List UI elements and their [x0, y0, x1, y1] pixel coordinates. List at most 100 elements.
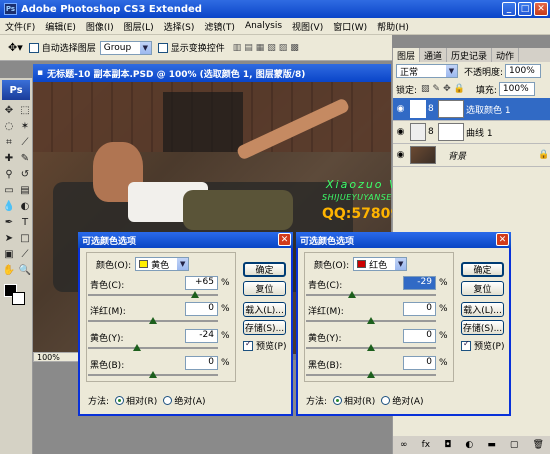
mask-icon[interactable]: ◘ — [444, 440, 451, 450]
group-select[interactable]: Group ▼ — [99, 40, 152, 55]
close-icon[interactable]: ✕ — [496, 233, 509, 246]
lasso-icon[interactable]: ◌ — [2, 119, 16, 133]
slider-value-input[interactable]: -29 — [403, 276, 436, 290]
menu-file[interactable]: 文件(F) — [0, 20, 40, 33]
type-icon[interactable]: T — [18, 215, 32, 229]
slice-icon[interactable]: ⟋ — [18, 135, 32, 149]
menu-layer[interactable]: 图层(L) — [119, 20, 159, 33]
relative-radio[interactable] — [115, 396, 125, 405]
absolute-radio[interactable] — [163, 396, 173, 405]
slider-knob[interactable] — [149, 371, 157, 378]
absolute-radio[interactable] — [381, 396, 391, 405]
menu-view[interactable]: 视图(V) — [287, 20, 328, 33]
slider-track[interactable] — [306, 294, 436, 296]
layer-row[interactable]: ◉ 背景 🔒 — [393, 144, 550, 167]
menu-window[interactable]: 窗口(W) — [328, 20, 372, 33]
trash-icon[interactable]: 🗑 — [533, 440, 544, 450]
preview-checkbox[interactable] — [243, 340, 253, 351]
healing-icon[interactable]: ✚ — [2, 151, 16, 165]
eye-icon[interactable]: ◉ — [393, 104, 408, 114]
blend-mode-select[interactable]: 正常 ▼ — [396, 64, 458, 78]
layer-name[interactable]: 选取颜色 1 — [466, 103, 511, 116]
color-swatches[interactable] — [4, 284, 32, 308]
eraser-icon[interactable]: ▭ — [2, 183, 16, 197]
new-layer-icon[interactable]: ▢ — [510, 440, 519, 450]
slider-value-input[interactable]: -24 — [185, 329, 218, 343]
relative-radio[interactable] — [333, 396, 343, 405]
hand-icon[interactable]: ✋ — [2, 263, 16, 277]
menu-help[interactable]: 帮助(H) — [372, 20, 414, 33]
slider-knob[interactable] — [367, 344, 375, 351]
tab-layers[interactable]: 图层 — [393, 48, 421, 62]
dodge-icon[interactable]: ◐ — [18, 199, 32, 213]
auto-select-checkbox[interactable] — [28, 42, 39, 53]
stamp-icon[interactable]: ⚲ — [2, 167, 16, 181]
layer-row[interactable]: ◉ 8 曲线 1 — [393, 121, 550, 144]
eyedropper-icon[interactable]: ⟋ — [18, 247, 32, 261]
color-select[interactable]: 黄色 ▼ — [135, 257, 190, 271]
show-transform-checkbox[interactable] — [157, 42, 168, 53]
marquee-icon[interactable]: ⬚ — [18, 103, 32, 117]
align-icons[interactable]: ▥▤▦▧▨▩ — [233, 43, 302, 53]
eye-icon[interactable]: ◉ — [393, 150, 408, 160]
pen-icon[interactable]: ✒ — [2, 215, 16, 229]
tab-history[interactable]: 历史记录 — [447, 48, 493, 62]
reset-button[interactable]: 复位 — [461, 281, 504, 296]
slider-value-input[interactable]: 0 — [403, 302, 436, 316]
shape-icon[interactable]: □ — [18, 231, 32, 245]
lock-icons[interactable]: ▧✎✥🔒 — [421, 84, 468, 94]
ok-button[interactable]: 确定 — [243, 262, 286, 277]
layer-mask-thumb[interactable] — [438, 123, 464, 141]
link-layers-icon[interactable]: ∞ — [400, 440, 408, 450]
slider-track[interactable] — [88, 347, 218, 349]
slider-value-input[interactable]: 0 — [403, 356, 436, 370]
adjustment-layer-icon[interactable]: ◐ — [465, 440, 473, 450]
background-color[interactable] — [12, 292, 25, 305]
maximize-button[interactable]: □ — [518, 2, 532, 16]
move-icon[interactable]: ✥ — [2, 103, 16, 117]
brush-icon[interactable]: ✎ — [18, 151, 32, 165]
slider-value-input[interactable]: 0 — [185, 356, 218, 370]
slider-knob[interactable] — [367, 317, 375, 324]
close-button[interactable]: ✕ — [534, 2, 548, 16]
layer-name[interactable]: 曲线 1 — [466, 126, 493, 139]
notes-icon[interactable]: ▣ — [2, 247, 16, 261]
magic-wand-icon[interactable]: ✶ — [18, 119, 32, 133]
tab-actions[interactable]: 动作 — [492, 48, 520, 62]
zoom-icon[interactable]: 🔍 — [18, 263, 32, 277]
link-icon[interactable]: 8 — [428, 127, 436, 137]
slider-knob[interactable] — [348, 291, 357, 298]
blur-icon[interactable]: 💧 — [2, 199, 16, 213]
save-button[interactable]: 存储(S)... — [243, 320, 286, 335]
tab-channels[interactable]: 通道 — [420, 48, 448, 62]
slider-knob[interactable] — [367, 371, 375, 378]
minimize-button[interactable]: _ — [502, 2, 516, 16]
menu-filter[interactable]: 滤镜(T) — [199, 20, 240, 33]
preview-checkbox[interactable] — [461, 340, 471, 351]
path-select-icon[interactable]: ➤ — [2, 231, 16, 245]
ok-button[interactable]: 确定 — [461, 262, 504, 277]
history-brush-icon[interactable]: ↺ — [18, 167, 32, 181]
move-tool-icon[interactable]: ✥▾ — [8, 41, 23, 54]
load-button[interactable]: 载入(L)... — [461, 302, 504, 317]
slider-value-input[interactable]: 0 — [403, 329, 436, 343]
opacity-input[interactable]: 100% — [505, 64, 542, 78]
slider-knob[interactable] — [133, 344, 142, 351]
save-button[interactable]: 存储(S)... — [461, 320, 504, 335]
eye-icon[interactable]: ◉ — [393, 127, 408, 137]
fill-input[interactable]: 100% — [498, 82, 535, 96]
slider-knob[interactable] — [191, 291, 200, 298]
layer-mask-thumb[interactable] — [438, 100, 464, 118]
menu-edit[interactable]: 编辑(E) — [40, 20, 81, 33]
slider-value-input[interactable]: 0 — [185, 302, 218, 316]
layer-row[interactable]: ◉ 8 选取颜色 1 — [393, 98, 550, 121]
menu-select[interactable]: 选择(S) — [159, 20, 200, 33]
close-icon[interactable]: ✕ — [278, 233, 291, 246]
slider-value-input[interactable]: +65 — [185, 276, 218, 290]
link-icon[interactable]: 8 — [428, 104, 436, 114]
crop-icon[interactable]: ⌗ — [2, 135, 16, 149]
menu-image[interactable]: 图像(I) — [81, 20, 119, 33]
layer-name[interactable]: 背景 — [448, 149, 528, 162]
color-select[interactable]: 红色 ▼ — [353, 257, 408, 271]
load-button[interactable]: 载入(L)... — [243, 302, 286, 317]
